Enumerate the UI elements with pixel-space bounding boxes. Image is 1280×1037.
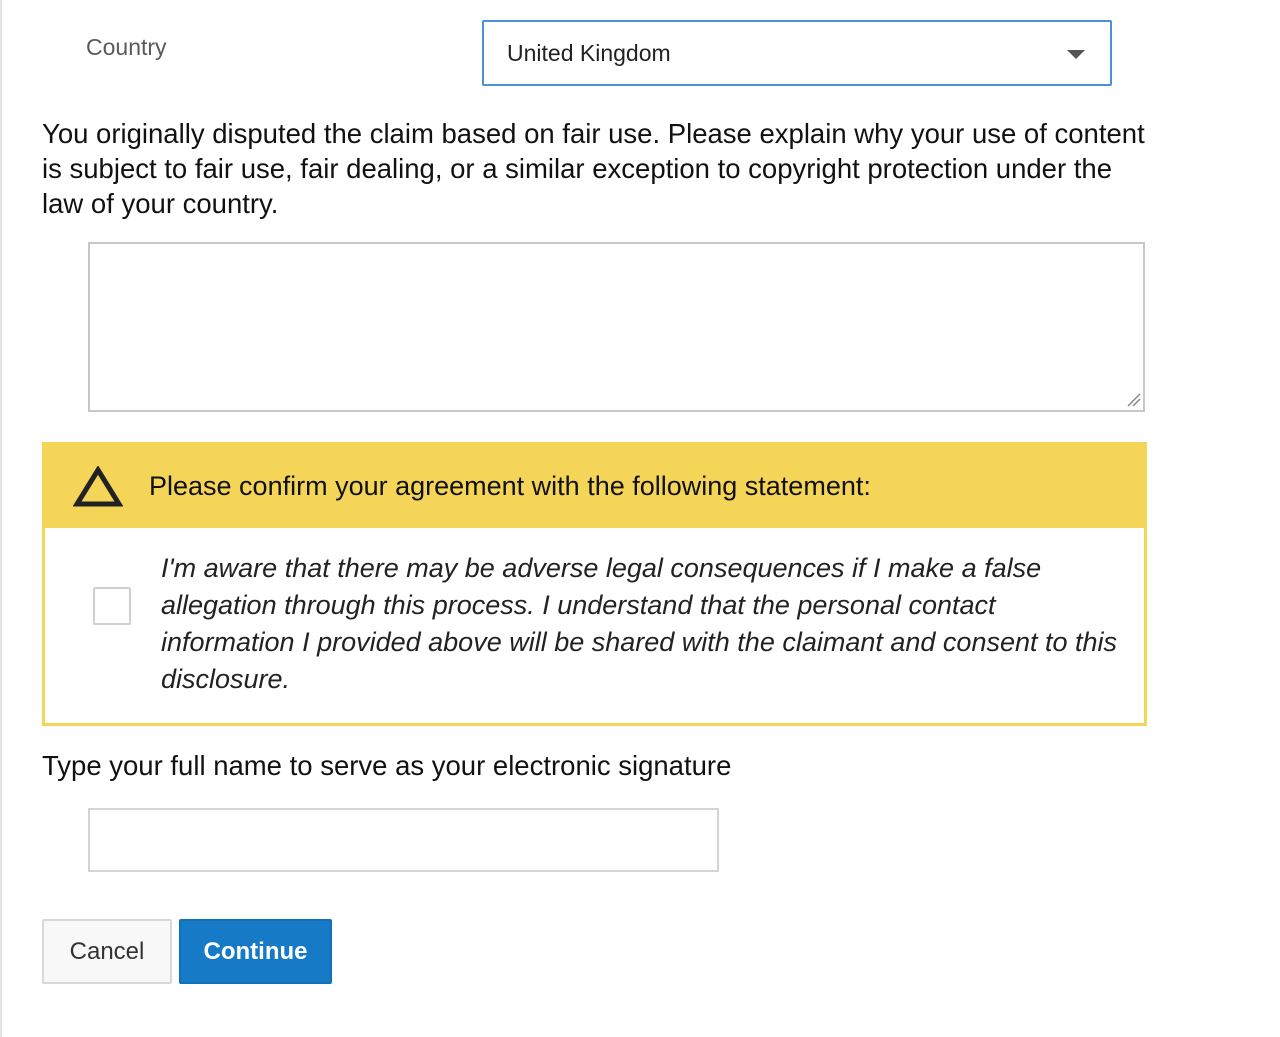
confirmation-heading: Please confirm your agreement with the f… [149,471,871,501]
signature-input[interactable] [88,808,719,872]
agreement-statement: I'm aware that there may be adverse lega… [161,553,1118,694]
resize-handle-icon[interactable] [1122,388,1142,408]
agreement-checkbox[interactable] [93,587,131,625]
fair-use-explanation-textarea[interactable] [88,242,1145,412]
confirmation-header: Please confirm your agreement with the f… [45,445,1144,528]
fair-use-question: You originally disputed the claim based … [42,118,1145,219]
confirmation-panel: Please confirm your agreement with the f… [42,442,1147,726]
signature-label: Type your full name to serve as your ele… [42,750,732,781]
warning-triangle-icon [73,465,123,506]
country-selected-value: United Kingdom [507,39,671,66]
confirmation-body: I'm aware that there may be adverse lega… [45,528,1144,723]
chevron-down-icon [1067,50,1085,59]
continue-button[interactable]: Continue [179,919,332,984]
country-select[interactable]: United Kingdom [482,20,1112,86]
dispute-form: Country United Kingdom You originally di… [0,0,1280,1037]
country-label: Country [86,34,167,60]
cancel-button[interactable]: Cancel [42,919,172,984]
